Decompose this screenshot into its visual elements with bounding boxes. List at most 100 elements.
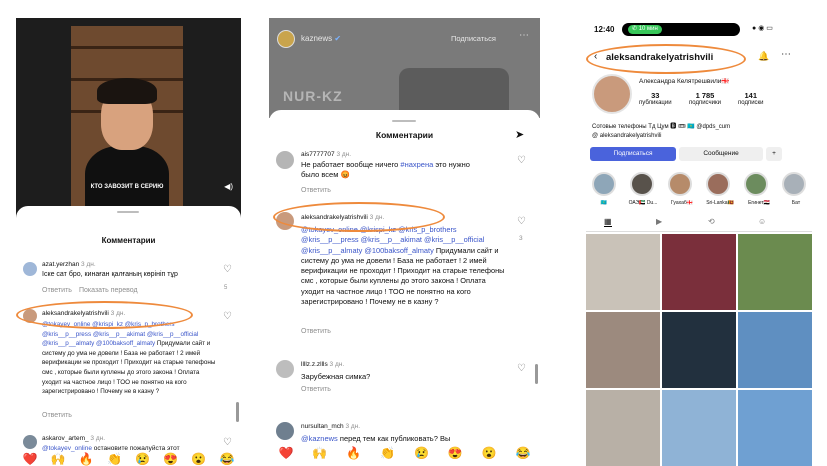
grid-tab-icon[interactable]: ▦	[604, 217, 612, 227]
avatar[interactable]	[23, 435, 37, 449]
reply-link[interactable]: Ответить	[301, 328, 331, 335]
emoji-heart-eyes[interactable]: 😍	[448, 446, 463, 460]
story-highlight[interactable]	[744, 172, 768, 196]
avatar[interactable]	[276, 360, 294, 378]
like-heart-icon[interactable]: ♡	[223, 264, 232, 275]
display-name: Александра Келятрешвили🇬🇪	[639, 78, 730, 85]
stat-posts[interactable]: 33 публикации	[639, 91, 672, 106]
sheet-title: Комментарии	[375, 130, 434, 140]
emoji-clap[interactable]: 👏	[380, 446, 395, 460]
comment-mention[interactable]: @tokayev_online	[42, 445, 92, 452]
see-translation-link[interactable]: Показать перевод	[79, 287, 138, 294]
stat-followers[interactable]: 1 785 подписчики	[689, 91, 721, 106]
reply-link[interactable]: Ответить	[42, 287, 72, 294]
account-name[interactable]: kaznews ✔	[301, 34, 341, 43]
comment-text: остановите пожалуйста этот	[93, 445, 180, 452]
stat-value: 1 785	[695, 91, 715, 100]
comment-username[interactable]: ais7777707	[301, 151, 335, 158]
drag-handle[interactable]	[392, 120, 416, 122]
notifications-bell-icon[interactable]: 🔔	[758, 51, 769, 62]
post-thumbnail[interactable]	[662, 390, 736, 466]
message-button[interactable]: Сообщение	[679, 147, 763, 161]
comment-username[interactable]: askarov_artem_	[42, 435, 89, 442]
like-heart-icon[interactable]: ♡	[223, 311, 232, 322]
post-thumbnail[interactable]	[586, 390, 660, 466]
emoji-crying[interactable]: 😢	[135, 452, 150, 466]
post-thumbnail[interactable]	[586, 234, 660, 310]
like-heart-icon[interactable]: ♡	[223, 437, 232, 448]
comment-username[interactable]: llllz.z.zllls	[301, 361, 328, 368]
post-thumbnail[interactable]	[738, 390, 812, 466]
emoji-raised-hands[interactable]: 🙌	[51, 452, 66, 466]
reels-tab-icon[interactable]: ▶	[656, 217, 662, 226]
emoji-clap[interactable]: 👏	[107, 452, 122, 466]
reply-link[interactable]: Ответить	[301, 386, 331, 393]
avatar[interactable]	[276, 212, 294, 230]
reply-link[interactable]: Ответить	[42, 412, 72, 419]
threads-link[interactable]: @ aleksandrakelyatrishvili	[592, 133, 661, 139]
comment-username[interactable]: azat.yerzhan	[42, 261, 79, 268]
like-heart-icon[interactable]: ♡	[517, 363, 526, 374]
emoji-fire[interactable]: 🔥	[79, 452, 94, 466]
back-icon[interactable]: ‹	[594, 51, 597, 62]
profile-avatar[interactable]	[592, 74, 632, 114]
comment-time: 3 дн.	[336, 151, 352, 158]
send-icon[interactable]: ➤	[515, 128, 524, 141]
stat-value: 33	[651, 91, 660, 100]
emoji-heart-eyes[interactable]: 😍	[163, 452, 178, 466]
like-count: 3	[519, 235, 523, 242]
avatar[interactable]	[23, 262, 37, 276]
story-highlight[interactable]	[782, 172, 806, 196]
post-thumbnail[interactable]	[738, 312, 812, 388]
comment-username[interactable]: aleksandrakelyatrishvili	[301, 214, 368, 221]
drag-handle[interactable]	[117, 211, 139, 213]
story-highlight[interactable]	[592, 172, 616, 196]
comment-body: @kaznews перед тем как публиковать? Вы	[301, 434, 506, 443]
sheet-title: Комментарии	[101, 236, 156, 245]
emoji-fire[interactable]: 🔥	[346, 446, 361, 460]
tagged-tab-icon[interactable]: ☺	[758, 217, 766, 226]
follow-button[interactable]: Подписаться	[590, 147, 676, 161]
story-highlight[interactable]	[668, 172, 692, 196]
emoji-laughing[interactable]: 😂	[219, 452, 234, 466]
story-highlight[interactable]	[630, 172, 654, 196]
comment-username[interactable]: aleksandrakelyatrishvili	[42, 310, 109, 317]
post-thumbnail[interactable]	[738, 234, 812, 310]
avatar[interactable]	[23, 309, 37, 323]
call-duration: 10 мин	[638, 26, 658, 32]
post-thumbnail[interactable]	[586, 312, 660, 388]
emoji-laughing[interactable]: 😂	[516, 446, 531, 460]
emoji-surprised[interactable]: 😮	[191, 452, 206, 466]
comment-username[interactable]: nursultan_mch	[301, 423, 344, 430]
more-options-icon[interactable]: ⋯	[781, 49, 791, 60]
more-options-icon[interactable]: ⋯	[519, 30, 529, 41]
story-highlight[interactable]	[706, 172, 730, 196]
follow-button[interactable]: Подписаться	[451, 34, 496, 43]
speaker-icon[interactable]: ◀)	[224, 182, 233, 191]
like-heart-icon[interactable]: ♡	[517, 216, 526, 227]
post-thumbnail[interactable]	[662, 312, 736, 388]
comment-hashtag[interactable]: #нахрена	[400, 160, 433, 169]
dynamic-island: ✆ 10 мин	[622, 23, 740, 36]
video-player[interactable]: КТО ЗАВОЗИТ В СЕРИЮ ◀)	[16, 18, 241, 218]
scrollbar[interactable]	[535, 364, 538, 384]
scrollbar[interactable]	[236, 402, 239, 422]
threads-handle: aleksandrakelyatrishvili	[599, 133, 662, 139]
add-person-icon[interactable]: +	[766, 147, 782, 161]
emoji-heart[interactable]: ❤️	[23, 452, 38, 466]
comment-mention[interactable]: @kaznews	[301, 434, 338, 443]
like-heart-icon[interactable]: ♡	[517, 155, 526, 166]
reposts-tab-icon[interactable]: ⟲	[708, 217, 715, 226]
reply-link[interactable]: Ответить	[301, 187, 331, 194]
account-avatar[interactable]	[277, 30, 295, 48]
emoji-crying[interactable]: 😢	[414, 446, 429, 460]
avatar[interactable]	[276, 151, 294, 169]
post-thumbnail[interactable]	[662, 234, 736, 310]
stat-following[interactable]: 141 подписки	[738, 91, 764, 106]
emoji-surprised[interactable]: 😮	[482, 446, 497, 460]
emoji-heart[interactable]: ❤️	[278, 446, 293, 460]
call-pill[interactable]: ✆ 10 мин	[628, 25, 662, 34]
emoji-raised-hands[interactable]: 🙌	[312, 446, 327, 460]
avatar[interactable]	[276, 422, 294, 440]
comment-header: nursultan_mch 3 дн.	[301, 423, 360, 430]
